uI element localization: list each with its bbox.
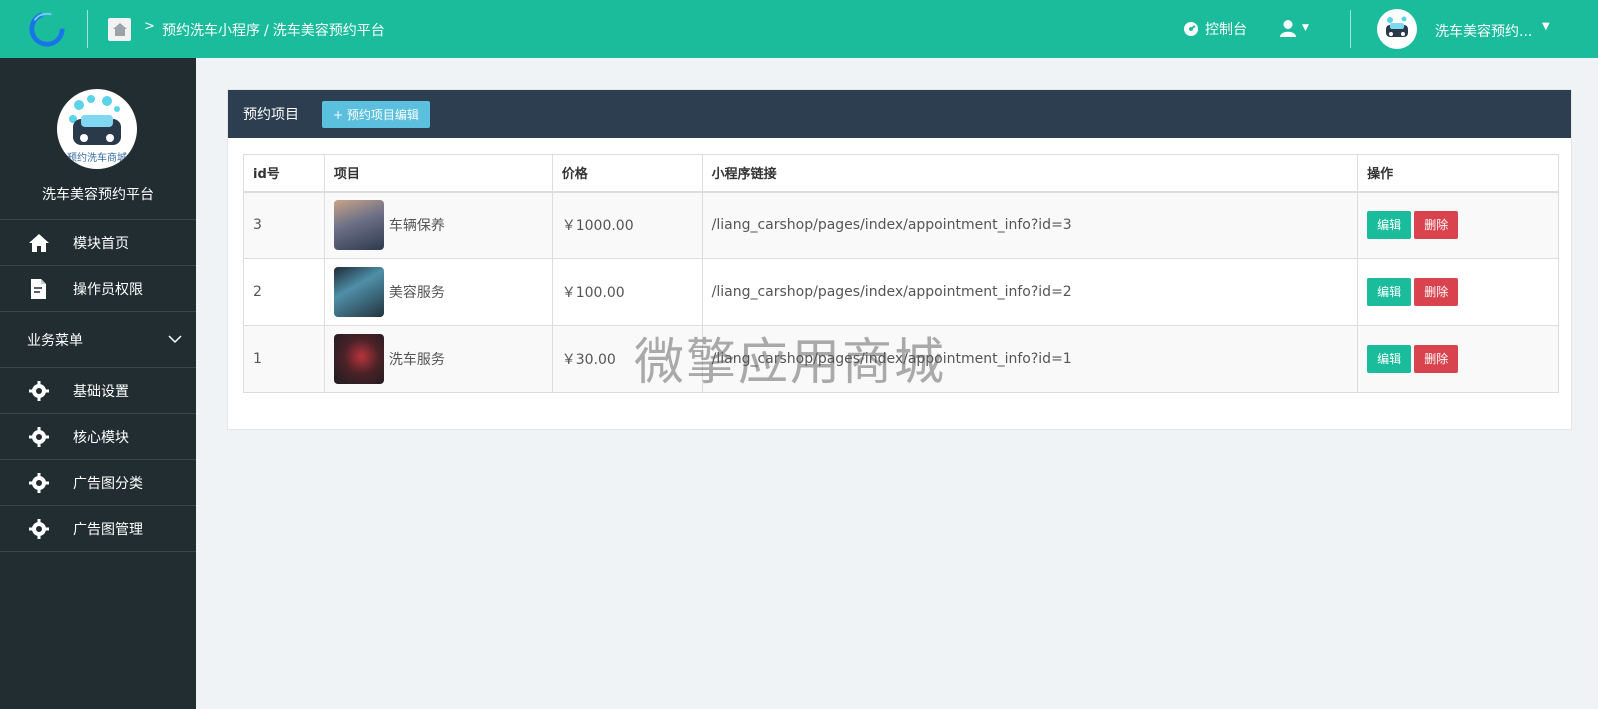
gear-icon [28,518,50,540]
sidebar-menu: 模块首页 操作员权限 业务菜单 基础设置 核心模块 广告图分类 广告图管理 [0,219,196,552]
sidebar-item-home[interactable]: 模块首页 [0,219,196,265]
edit-button[interactable]: 编辑 [1367,211,1412,240]
home-icon [28,232,50,254]
gear-icon [28,472,50,494]
item-thumbnail [333,200,384,251]
avatar[interactable] [1377,9,1417,49]
delete-button[interactable]: 删除 [1414,345,1459,373]
column-header-item: 项目 [323,154,553,193]
console-link[interactable]: 控制台 [1183,19,1247,39]
sidebar-item-label: 操作员权限 [73,281,143,298]
edit-button[interactable]: 编辑 [1367,345,1412,373]
sidebar-group-label: 业务菜单 [27,332,83,349]
cell-price: ￥30.00 [551,325,703,393]
sidebar-item-label: 广告图管理 [73,521,143,538]
breadcrumb-slash: / [264,23,269,39]
cell-actions: 编辑 删除 [1357,258,1559,326]
car-logo-icon [1386,16,1408,37]
sidebar-item-ad-category[interactable]: 广告图分类 [0,459,196,505]
cell-price: ￥100.00 [551,258,703,326]
appointment-items-panel: 预约项目 + 预约项目编辑 id号 项目 价格 小程序链接 操作 3 车辆保养 [227,89,1572,430]
cell-id: 1 [243,325,325,393]
gear-icon [28,380,50,402]
breadcrumb-app[interactable]: 预约洗车小程序 [162,23,260,39]
sidebar-item-label: 核心模块 [73,429,129,446]
edit-appointment-items-button[interactable]: + 预约项目编辑 [322,100,430,128]
panel-title: 预约项目 [243,107,299,123]
delete-button[interactable]: 删除 [1414,211,1459,240]
user-icon [1280,20,1296,37]
table-row: 1 洗车服务 ￥30.00 /liang_carshop/pages/index… [243,325,1559,393]
sidebar-item-basic-settings[interactable]: 基础设置 [0,367,196,413]
sidebar-avatar: 预约洗车商城 [57,89,137,169]
chevron-right-icon: > [144,19,155,34]
sidebar-item-label: 模块首页 [73,235,129,252]
panel-header: 预约项目 + 预约项目编辑 [228,90,1571,138]
gear-icon [28,426,50,448]
table-row: 3 车辆保养 ￥1000.00 /liang_carshop/pages/ind… [243,191,1559,259]
header-divider [87,10,88,48]
item-name: 洗车服务 [388,352,445,368]
cell-link: /liang_carshop/pages/index/appointment_i… [701,258,1359,326]
cell-actions: 编辑 删除 [1357,325,1559,393]
column-header-actions: 操作 [1357,154,1559,193]
cell-id: 2 [243,258,325,326]
cell-item: 美容服务 [323,258,553,326]
delete-button[interactable]: 删除 [1414,278,1459,306]
cell-item: 车辆保养 [323,191,553,259]
column-header-id: id号 [243,154,325,193]
item-thumbnail [333,334,384,384]
console-label: 控制台 [1205,22,1247,38]
sidebar-item-label: 广告图分类 [73,475,143,492]
item-name: 车辆保养 [388,218,445,235]
chevron-down-icon [168,335,182,344]
cell-price: ￥1000.00 [551,191,703,259]
logo-icon[interactable] [28,10,66,48]
sidebar-title: 洗车美容预约平台 [42,187,154,203]
avatar-caption: 预约洗车商城 [67,151,127,164]
dashboard-icon [1184,22,1198,36]
caret-down-icon[interactable]: ▼ [1542,21,1550,32]
table-row: 2 美容服务 ￥100.00 /liang_carshop/pages/inde… [243,258,1559,326]
edit-button[interactable]: 编辑 [1367,278,1412,306]
column-header-price: 价格 [551,154,703,193]
cell-link: /liang_carshop/pages/index/appointment_i… [701,325,1359,393]
breadcrumb-page: 洗车美容预约平台 [272,23,385,39]
item-name: 美容服务 [388,285,445,301]
sidebar-item-ad-management[interactable]: 广告图管理 [0,505,196,551]
table-header-row: id号 项目 价格 小程序链接 操作 [243,154,1559,193]
home-button[interactable] [108,18,131,41]
cell-id: 3 [243,191,325,259]
sidebar: 预约洗车商城 洗车美容预约平台 模块首页 操作员权限 业务菜单 基础设置 核心模… [0,58,196,709]
document-edit-icon [28,278,50,300]
sidebar-item-core-module[interactable]: 核心模块 [0,413,196,459]
cell-link: /liang_carshop/pages/index/appointment_i… [701,191,1359,259]
sidebar-item-operator-permissions[interactable]: 操作员权限 [0,265,196,311]
home-icon [112,23,127,36]
item-thumbnail [333,267,384,317]
cell-actions: 编辑 删除 [1357,191,1559,259]
appointment-items-table: id号 项目 价格 小程序链接 操作 3 车辆保养 ￥1000.00 /lian… [243,154,1559,393]
sidebar-group-business-menu[interactable]: 业务菜单 [0,311,196,367]
user-menu-toggle[interactable]: ▼ [1279,19,1309,37]
car-logo-icon: 预约洗车商城 [67,95,127,164]
breadcrumb: 预约洗车小程序 / 洗车美容预约平台 [162,20,385,40]
column-header-link: 小程序链接 [701,154,1359,193]
top-bar: > 预约洗车小程序 / 洗车美容预约平台 控制台 ▼ 洗车美容预约... ▼ [0,0,1598,58]
header-divider-right [1350,10,1351,48]
caret-down-icon: ▼ [1302,23,1309,33]
menu-divider [0,551,196,552]
sidebar-item-label: 基础设置 [73,383,129,400]
cell-item: 洗车服务 [323,325,553,393]
username[interactable]: 洗车美容预约... [1435,21,1532,41]
